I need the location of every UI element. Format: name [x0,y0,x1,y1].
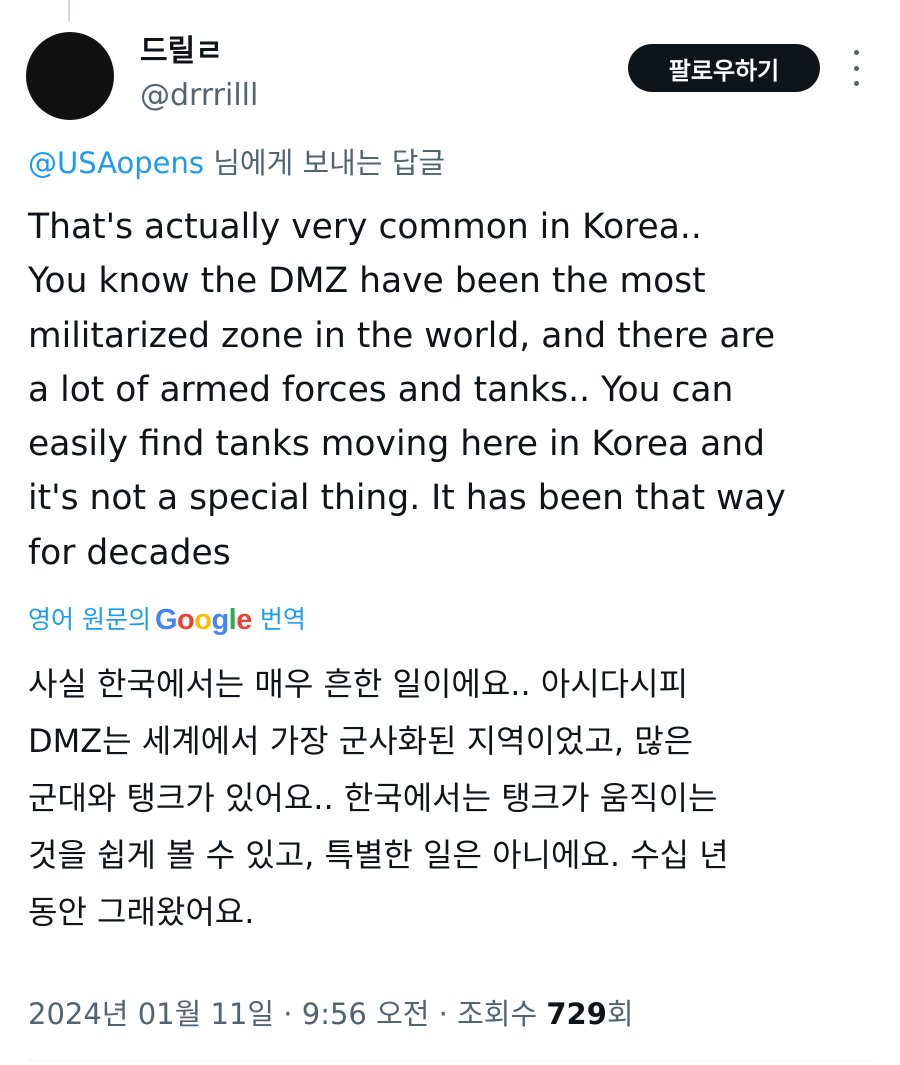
thread-connector-line [68,0,70,22]
translated-text-line: 것을 쉽게 볼 수 있고, 특별한 일은 아니에요. 수십 년 [28,836,729,874]
reply-context-suffix: 님에게 보내는 답글 [203,146,446,180]
reply-context: @USAopens 님에게 보내는 답글 [28,144,445,182]
author-display-name[interactable]: 드릴ㄹ [140,34,223,70]
more-vertical-icon[interactable] [846,50,866,86]
translated-text: 사실 한국에서는 매우 흔한 일이에요.. 아시다시피 DMZ는 세계에서 가장… [28,656,878,941]
views-label: 조회수 [457,997,547,1031]
translation-suffix: 번역 [259,605,306,634]
avatar[interactable] [26,32,114,120]
tweet-text-line: You know the DMZ have been the most [28,261,706,302]
more-dot [853,81,859,86]
tweet-text-line: it's not a special thing. It has been th… [28,478,786,519]
translated-text-line: DMZ는 세계에서 가장 군사화된 지역이었고, 많은 [28,722,694,760]
tweet-time[interactable]: 9:56 오전 [302,997,430,1031]
divider [28,1060,874,1061]
more-dot [853,50,859,55]
translation-attribution-link[interactable]: 영어 원문의 Google 번역 [28,600,306,640]
tweet-text-line: easily find tanks moving here in Korea a… [28,424,766,465]
more-dot [853,65,859,71]
google-logo: Google [155,600,252,640]
tweet-metadata: 2024년 01월 11일 · 9:56 오전 · 조회수 729회 [28,994,634,1034]
google-logo-letter: o [194,604,212,636]
meta-separator: · [429,997,458,1031]
tweet-text-line: That's actually very common in Korea.. [28,207,702,247]
translated-text-line: 군대와 탱크가 있어요.. 한국에서는 탱크가 움직이는 [28,779,718,817]
views-count: 729 [546,997,607,1031]
meta-separator: · [274,997,302,1031]
translation-prefix: 영어 원문의 [28,605,151,634]
translated-text-line: 동안 그래왔어요. [28,893,255,931]
tweet-text-line: militarized zone in the world, and there… [28,315,776,356]
tweet-text-line: a lot of armed forces and tanks.. You ca… [28,369,734,410]
tweet-date[interactable]: 2024년 01월 11일 [28,997,274,1031]
views-suffix: 회 [606,997,634,1031]
tweet-text-line: for decades [28,532,231,573]
google-logo-letter: G [154,604,178,636]
google-logo-letter: g [211,604,229,636]
tweet-text: That's actually very common in Korea.. Y… [28,200,878,580]
translated-text-line: 사실 한국에서는 매우 흔한 일이에요.. 아시다시피 [28,665,689,703]
follow-button[interactable]: 팔로우하기 [628,44,820,92]
google-logo-letter: e [236,604,252,636]
reply-mention-link[interactable]: @USAopens [28,146,204,180]
google-logo-letter: o [177,604,195,636]
author-handle[interactable]: @drrrilll [140,78,258,114]
